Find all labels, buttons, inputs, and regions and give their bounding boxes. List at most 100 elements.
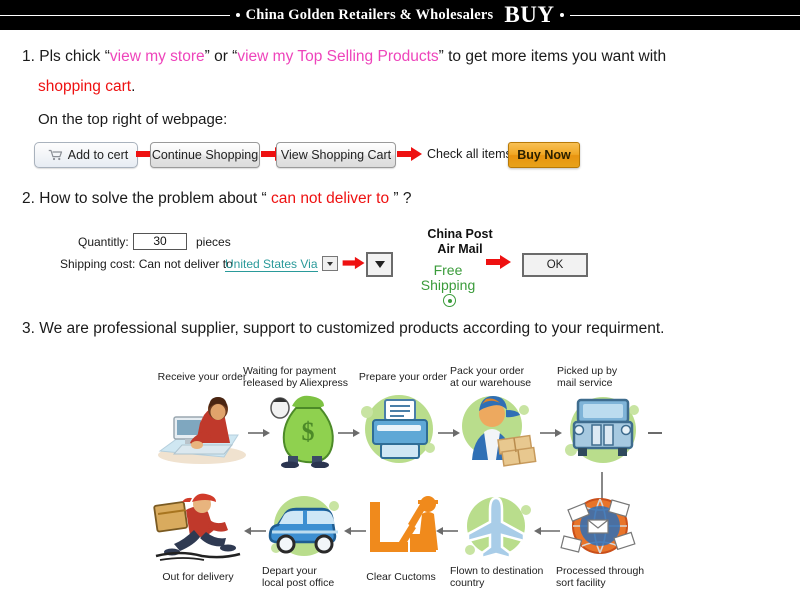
view-shopping-cart-button[interactable]: View Shopping Cart xyxy=(276,142,396,168)
link-view-my-top-selling-products[interactable]: view my Top Selling Products xyxy=(237,48,438,65)
arrow-right-icon-4 xyxy=(342,256,365,270)
flow-top-label-4: Pack your order at our warehouse xyxy=(450,365,550,389)
link-view-my-store[interactable]: view my store xyxy=(110,48,205,65)
step2-number: 2. xyxy=(22,190,35,207)
quantity-input[interactable]: 30 xyxy=(133,233,187,250)
page-header-banner: China Golden Retailers & Wholesalers BUY xyxy=(0,0,800,30)
step1-subtitle: On the top right of webpage: xyxy=(38,111,228,128)
banner-dot-left xyxy=(235,13,240,17)
step3-number: 3. xyxy=(22,320,35,337)
quantity-unit-label: pieces xyxy=(196,235,231,249)
country-dropdown-large-button[interactable] xyxy=(366,252,393,277)
step3-line: 3. We are professional supplier, support… xyxy=(22,320,664,338)
flow-bottom-label-3: Clear Cuctoms xyxy=(366,571,436,583)
flow-top-label-1: Receive your order xyxy=(157,371,247,383)
free-shipping-radio[interactable] xyxy=(443,294,456,307)
fulfillment-flowchart: Receive your order Waiting for payment r… xyxy=(0,360,800,614)
airplane-icon xyxy=(465,496,531,560)
step2-line: 2. How to solve the problem about “ can … xyxy=(22,190,411,208)
flow-bottom-label-4-line2: country xyxy=(450,576,485,589)
flow-bottom-label-2-line1: Depart your xyxy=(262,565,317,577)
flow-top-label-4-line1: Pack your order xyxy=(450,365,525,377)
svg-text:$: $ xyxy=(302,417,315,446)
carrier-line-2: Air Mail xyxy=(437,242,483,256)
flow-top-label-2-line1: Waiting for payment xyxy=(243,365,336,377)
flow-arrow-left-2 xyxy=(344,527,366,535)
step1-line1: 1. Pls chick “view my store” or “view my… xyxy=(22,48,666,66)
flow-arrow-left-3 xyxy=(436,527,458,535)
flow-arrow-right-2 xyxy=(338,429,360,437)
carrier-name: China Post Air Mail xyxy=(415,227,505,257)
flow-arrow-left-4 xyxy=(534,527,560,535)
flow-top-label-5-line2: mail service xyxy=(557,376,613,389)
printer-icon xyxy=(361,395,435,463)
step1-text-b: ” or “ xyxy=(204,48,238,65)
ok-button[interactable]: OK xyxy=(522,253,588,277)
flow-arrow-left-1 xyxy=(244,527,266,535)
chevron-down-icon-large xyxy=(374,261,385,268)
carrier-line-1: China Post xyxy=(427,227,493,241)
check-all-items-text: Check all items xyxy=(427,147,512,161)
step2-cannot-deliver-highlight: can not deliver to xyxy=(271,190,390,207)
shopping-cart-icon xyxy=(48,149,62,161)
buy-now-label: Buy Now xyxy=(517,148,571,162)
step1-text-c: ” to get more items you want with xyxy=(438,48,667,65)
step1-text-a: Pls chick “ xyxy=(39,48,110,65)
step3-text: We are professional supplier, support to… xyxy=(39,320,665,337)
checkout-button-flow: Add to cert Continue Shopping View Shopp… xyxy=(0,142,800,170)
customs-officer-icon xyxy=(370,496,438,552)
continue-shopping-label: Continue Shopping xyxy=(151,148,259,162)
free-shipping-line-1: Free xyxy=(433,262,463,278)
flow-top-label-5: Picked up by mail service xyxy=(557,365,647,389)
flow-top-label-4-line2: at our warehouse xyxy=(450,376,532,389)
radio-selected-icon xyxy=(447,298,452,303)
chevron-down-icon-small xyxy=(327,261,333,266)
arrow-right-icon-3 xyxy=(397,147,422,161)
worker-packing-icon xyxy=(462,396,537,467)
flow-bottom-label-2: Depart your local post office xyxy=(262,565,354,589)
continue-shopping-button[interactable]: Continue Shopping xyxy=(150,142,260,168)
free-shipping-line-2: Shipping xyxy=(420,277,476,293)
step2-text-a: How to solve the problem about “ xyxy=(39,190,272,207)
buy-now-button[interactable]: Buy Now xyxy=(508,142,580,168)
flow-dash-right xyxy=(648,432,662,434)
flow-top-label-3: Prepare your order xyxy=(358,371,448,383)
banner-buy-word: BUY xyxy=(504,2,555,27)
add-to-cart-button[interactable]: Add to cert xyxy=(34,142,138,168)
quantity-label: Quantitly: xyxy=(78,235,129,249)
flow-top-label-2: Waiting for payment released by Aliexpre… xyxy=(243,365,355,389)
running-courier-icon xyxy=(153,493,241,561)
shipping-form-illustration: Quantitly: 30 pieces Shipping cost: Can … xyxy=(0,222,800,312)
flow-arrow-right-1 xyxy=(248,429,270,437)
person-at-computer-icon xyxy=(158,397,246,464)
flow-arrow-right-4 xyxy=(540,429,562,437)
free-shipping-label: Free Shipping xyxy=(412,263,484,293)
step1-line2: shopping cart. xyxy=(38,78,135,96)
flow-bottom-label-2-line2: local post office xyxy=(262,576,335,589)
banner-dot-right xyxy=(560,13,565,17)
step1-shopping-cart-highlight: shopping cart xyxy=(38,78,132,95)
step1-period: . xyxy=(131,78,136,95)
banner-rule-right xyxy=(570,14,800,16)
add-to-cart-label: Add to cert xyxy=(67,148,129,162)
banner-title: China Golden Retailers & Wholesalers xyxy=(245,6,494,23)
delivery-van-icon xyxy=(268,496,339,556)
flow-bottom-label-4-line1: Flown to destination xyxy=(450,565,544,577)
flow-bottom-label-1: Out for delivery xyxy=(162,571,234,583)
delivery-truck-icon xyxy=(565,397,639,463)
shipping-cost-label: Shipping cost: Can not deliver to xyxy=(60,257,233,271)
flow-arrow-right-3 xyxy=(438,429,460,437)
arrow-right-icon-5 xyxy=(486,255,511,269)
flow-bottom-label-4: Flown to destination country xyxy=(450,565,550,589)
flow-bottom-label-5: Processed through sort facility xyxy=(556,565,652,589)
country-dropdown-small-button[interactable] xyxy=(322,256,338,271)
step2-text-b: ” ? xyxy=(389,190,412,207)
flow-bottom-label-5-line1: Processed through xyxy=(556,565,645,577)
step1-number: 1. xyxy=(22,48,35,65)
view-shopping-cart-label: View Shopping Cart xyxy=(280,148,392,162)
money-bag-icon: $ xyxy=(270,395,334,468)
country-select-value[interactable]: United States Via xyxy=(225,257,318,272)
flow-bottom-label-5-line2: sort facility xyxy=(556,576,606,589)
mail-sorting-icon xyxy=(560,498,636,554)
flow-top-label-5-line1: Picked up by xyxy=(557,365,618,377)
